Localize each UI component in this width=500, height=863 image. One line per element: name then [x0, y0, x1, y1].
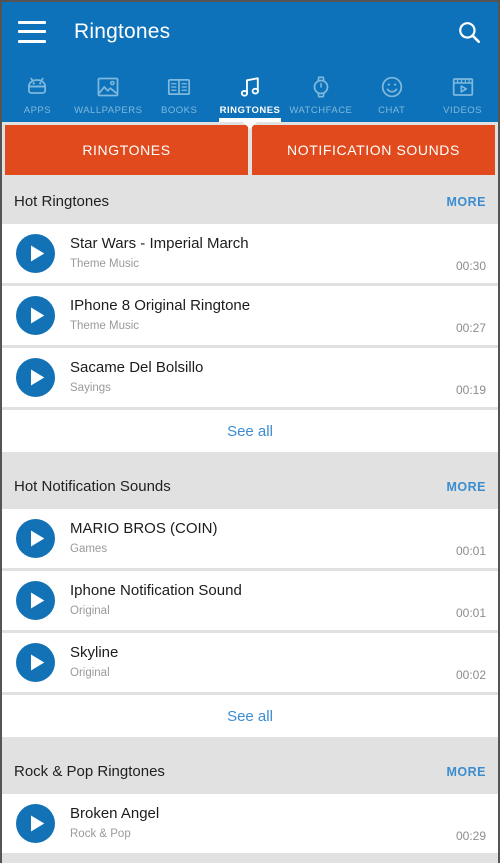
category-tab-strip: APPS WALLPAPERS BOOKS RINGTONES WATCHFAC…	[2, 61, 498, 122]
list-item-category: Theme Music	[70, 257, 140, 270]
tab-label: VIDEOS	[443, 105, 483, 116]
section-title: Hot Notification Sounds	[14, 478, 171, 495]
play-icon[interactable]	[16, 804, 55, 843]
list-item[interactable]: Sacame Del Bolsillo Sayings 00:19	[2, 348, 498, 407]
image-photo-icon	[97, 77, 119, 97]
list-item-duration: 00:29	[455, 829, 486, 843]
list-item-title: Skyline	[70, 643, 119, 661]
list-item-text: Star Wars - Imperial March Theme Music	[70, 235, 446, 272]
app-bar: Ringtones	[2, 2, 498, 61]
list-item-title: Sacame Del Bolsillo	[70, 358, 204, 376]
list-item-title: MARIO BROS (COIN)	[70, 519, 218, 537]
list-item-title: Broken Angel	[70, 804, 160, 822]
app-screen: Ringtones APPS WALLPAPERS BOOKS RINGTONE…	[0, 0, 500, 863]
tab-books[interactable]: BOOKS	[144, 61, 215, 122]
hamburger-menu-icon[interactable]	[18, 20, 46, 43]
list-item-category: Original	[70, 604, 110, 617]
list-hot-notification-sounds: MARIO BROS (COIN) Games 00:01 Iphone Not…	[2, 509, 498, 737]
list-item[interactable]: IPhone 8 Original Ringtone Theme Music 0…	[2, 286, 498, 345]
tab-watchface[interactable]: WATCHFACE	[285, 61, 356, 122]
watch-icon	[313, 76, 329, 98]
list-item-text: Skyline Original	[70, 644, 446, 681]
section-divider	[2, 455, 498, 464]
tab-label: APPS	[23, 105, 52, 116]
list-item-category: Sayings	[70, 381, 111, 394]
section-header-rock-pop-ringtones: Rock & Pop Ringtones MORE	[2, 749, 498, 794]
play-icon[interactable]	[16, 519, 55, 558]
smiley-face-icon	[381, 76, 402, 98]
play-icon[interactable]	[16, 643, 55, 682]
open-book-icon	[168, 78, 191, 96]
tab-label: WALLPAPERS	[74, 105, 143, 116]
list-item[interactable]: Broken Angel Rock & Pop 00:29	[2, 794, 498, 853]
list-item-duration: 00:02	[455, 668, 486, 682]
tab-label: WATCHFACE	[289, 105, 353, 116]
list-item-text: Iphone Notification Sound Original	[70, 582, 446, 619]
list-item-category: Theme Music	[70, 319, 140, 332]
list-item-text: IPhone 8 Original Ringtone Theme Music	[70, 297, 446, 334]
play-icon[interactable]	[16, 296, 55, 335]
list-item-text: Broken Angel Rock & Pop	[70, 805, 446, 842]
list-item-category: Rock & Pop	[70, 827, 131, 840]
tab-label: BOOKS	[161, 105, 198, 116]
list-item-text: Sacame Del Bolsillo Sayings	[70, 359, 446, 396]
list-item[interactable]: Iphone Notification Sound Original 00:01	[2, 571, 498, 630]
section-more-link[interactable]: MORE	[447, 480, 487, 494]
segment-ringtones[interactable]: RINGTONES	[5, 125, 248, 175]
search-icon[interactable]	[456, 19, 482, 45]
list-item-title: IPhone 8 Original Ringtone	[70, 296, 251, 314]
see-all-button[interactable]: See all	[2, 695, 498, 737]
list-item-title: Iphone Notification Sound	[70, 581, 242, 599]
section-divider	[2, 740, 498, 749]
list-hot-ringtones: Star Wars - Imperial March Theme Music 0…	[2, 224, 498, 452]
section-more-link[interactable]: MORE	[447, 195, 487, 209]
tab-ringtones[interactable]: RINGTONES	[215, 61, 286, 122]
section-title: Rock & Pop Ringtones	[14, 763, 165, 780]
list-item-duration: 00:01	[455, 544, 486, 558]
list-item-category: Games	[70, 542, 108, 555]
list-item[interactable]: Skyline Original 00:02	[2, 633, 498, 692]
active-tab-notch-icon	[243, 122, 257, 129]
list-item-duration: 00:19	[455, 383, 486, 397]
music-note-icon	[240, 77, 259, 97]
list-item-duration: 00:30	[455, 259, 486, 273]
segment-notification-sounds[interactable]: NOTIFICATION SOUNDS	[252, 125, 495, 175]
list-item[interactable]: Star Wars - Imperial March Theme Music 0…	[2, 224, 498, 283]
section-header-hot-notification-sounds: Hot Notification Sounds MORE	[2, 464, 498, 509]
list-item-title: Star Wars - Imperial March	[70, 234, 249, 252]
page-title: Ringtones	[74, 19, 171, 43]
tab-label: CHAT	[378, 105, 406, 116]
list-item-duration: 00:01	[455, 606, 486, 620]
video-play-icon	[452, 78, 473, 96]
tab-videos[interactable]: VIDEOS	[427, 61, 498, 122]
tab-apps[interactable]: APPS	[2, 61, 73, 122]
see-all-button[interactable]: See all	[2, 410, 498, 452]
list-rock-pop-ringtones: Broken Angel Rock & Pop 00:29	[2, 794, 498, 853]
section-header-hot-ringtones: Hot Ringtones MORE	[2, 179, 498, 224]
tab-chat[interactable]: CHAT	[356, 61, 427, 122]
tab-label: RINGTONES	[219, 105, 281, 116]
play-icon[interactable]	[16, 234, 55, 273]
section-more-link[interactable]: MORE	[447, 765, 487, 779]
sound-type-segmented-control: RINGTONES NOTIFICATION SOUNDS	[2, 122, 498, 179]
list-item[interactable]: MARIO BROS (COIN) Games 00:01	[2, 509, 498, 568]
android-robot-icon	[28, 77, 47, 94]
tab-wallpapers[interactable]: WALLPAPERS	[73, 61, 144, 122]
play-icon[interactable]	[16, 581, 55, 620]
play-icon[interactable]	[16, 358, 55, 397]
list-item-text: MARIO BROS (COIN) Games	[70, 520, 446, 557]
list-item-duration: 00:27	[455, 321, 486, 335]
section-title: Hot Ringtones	[14, 193, 110, 210]
list-item-category: Original	[70, 666, 110, 679]
